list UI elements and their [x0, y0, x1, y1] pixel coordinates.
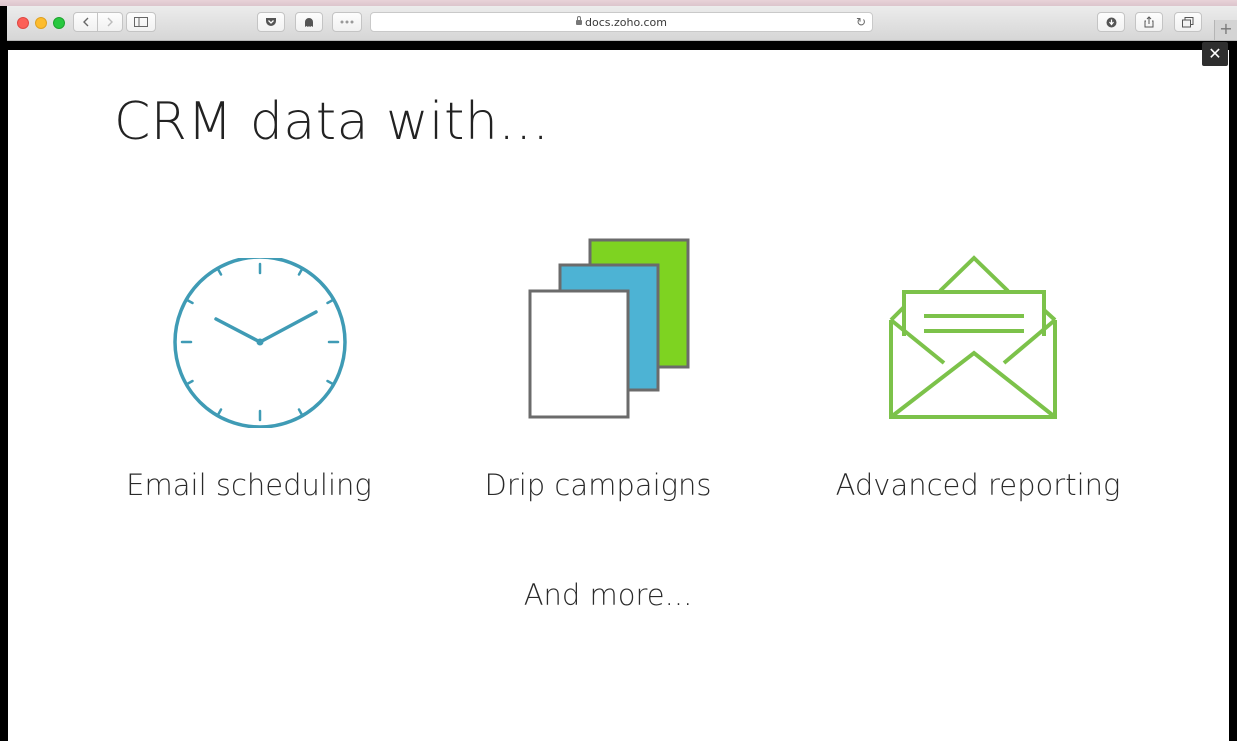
ghost-icon — [305, 17, 313, 27]
forward-button[interactable] — [98, 12, 123, 32]
and-more-text: And more... — [523, 578, 693, 612]
feature-label-advanced-reporting: Advanced reporting — [835, 468, 1121, 502]
close-slide-button[interactable]: ✕ — [1202, 42, 1228, 66]
chevron-left-icon — [82, 17, 88, 27]
presentation-slide: CRM data with... Email scheduling Drip c… — [8, 50, 1229, 741]
clock-icon — [173, 258, 347, 428]
slide-title: CRM data with... — [114, 92, 550, 152]
dots-icon — [340, 20, 354, 24]
pocket-button[interactable] — [257, 12, 285, 32]
stacked-documents-icon — [528, 238, 690, 419]
lock-icon — [576, 16, 582, 25]
navigation-buttons — [73, 12, 123, 32]
sidebar-button[interactable] — [126, 12, 156, 32]
new-tab-button[interactable]: + — [1214, 20, 1237, 40]
downloads-button[interactable] — [1097, 12, 1125, 32]
feature-label-email-scheduling: Email scheduling — [126, 468, 372, 502]
back-button[interactable] — [73, 12, 98, 32]
extension-button[interactable] — [332, 12, 362, 32]
pocket-icon — [266, 18, 276, 26]
tabs-icon — [1182, 16, 1194, 27]
feature-label-drip-campaigns: Drip campaigns — [484, 468, 712, 502]
minimize-window-button[interactable] — [35, 17, 47, 29]
password-button[interactable] — [295, 12, 323, 32]
share-button[interactable] — [1135, 12, 1163, 32]
zoom-window-button[interactable] — [53, 17, 65, 29]
address-bar[interactable]: docs.zoho.com ↻ — [370, 12, 873, 32]
open-envelope-icon — [889, 255, 1057, 419]
reload-icon[interactable]: ↻ — [856, 15, 866, 29]
close-icon: ✕ — [1208, 44, 1222, 63]
browser-toolbar: docs.zoho.com ↻ — [7, 6, 1237, 41]
chevron-right-icon — [107, 17, 113, 27]
url-text: docs.zoho.com — [585, 16, 667, 29]
download-icon — [1106, 17, 1116, 27]
share-icon — [1144, 16, 1154, 28]
tabs-overview-button[interactable] — [1174, 12, 1202, 32]
close-window-button[interactable] — [17, 17, 29, 29]
sidebar-icon — [134, 17, 148, 27]
